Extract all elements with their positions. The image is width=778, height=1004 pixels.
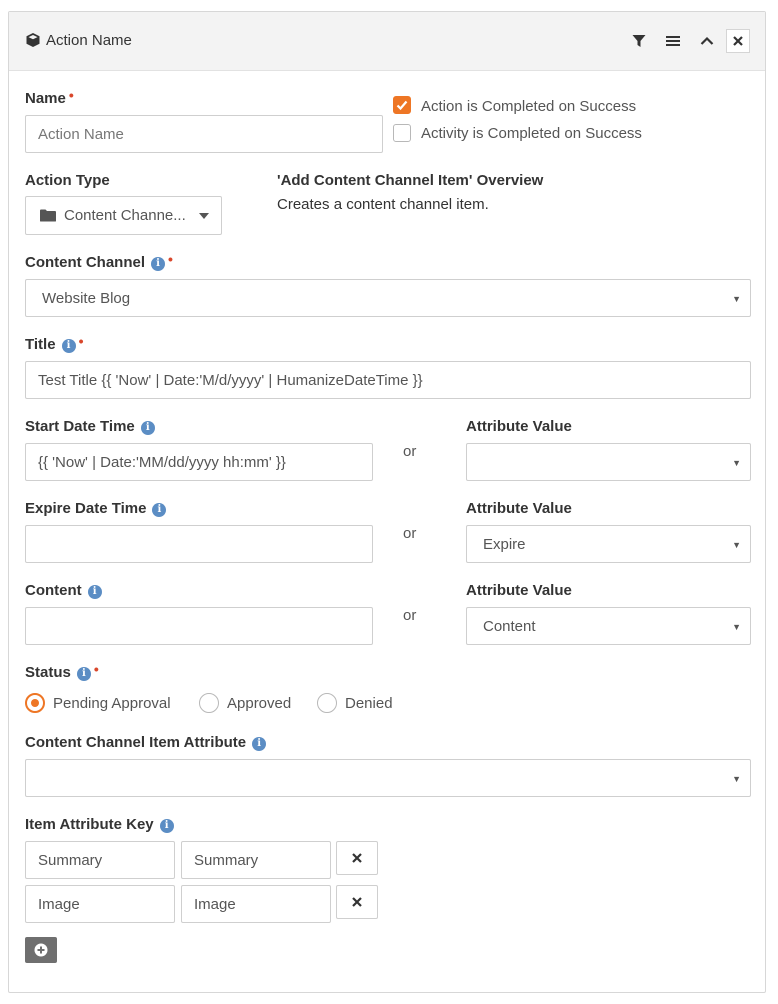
expire-date-label: Expire Date Time i — [25, 500, 167, 517]
or-text: or — [403, 443, 417, 460]
action-completed-label: Action is Completed on Success — [421, 98, 637, 115]
info-icon[interactable]: i — [152, 503, 167, 517]
folder-icon — [40, 209, 56, 222]
name-input[interactable] — [25, 115, 383, 153]
caret-down-icon: ▼ — [732, 540, 741, 550]
content-input[interactable] — [25, 607, 373, 645]
info-icon[interactable]: i — [140, 421, 155, 435]
action-type-value: Content Channe... — [64, 207, 186, 224]
panel-title: Action Name — [46, 32, 132, 49]
item-attribute-select[interactable]: ▼ — [25, 759, 751, 797]
info-icon[interactable]: i — [151, 257, 165, 271]
panel-header: Action Name — [9, 12, 765, 71]
cube-icon — [25, 32, 41, 48]
info-icon[interactable]: i — [61, 339, 76, 353]
item-attribute-key-label: Item Attribute Key i — [25, 816, 174, 833]
caret-down-icon: ▼ — [732, 622, 741, 632]
remove-row-button[interactable] — [336, 885, 378, 919]
expire-attr-select[interactable]: Expire ▼ — [466, 525, 751, 563]
start-date-label: Start Date Time i — [25, 418, 155, 435]
status-radio-approved[interactable] — [199, 693, 219, 713]
status-radio-denied[interactable] — [317, 693, 337, 713]
title-input[interactable] — [25, 361, 751, 399]
start-attr-select[interactable]: ▼ — [466, 443, 751, 481]
action-type-picker[interactable]: Content Channe... — [25, 196, 222, 235]
action-completed-checkbox[interactable] — [393, 96, 411, 114]
status-label: Status i • — [25, 661, 99, 681]
caret-down-icon: ▼ — [732, 458, 741, 468]
menu-button[interactable] — [661, 29, 685, 53]
required-indicator: • — [78, 333, 84, 349]
chevron-up-icon — [700, 36, 714, 45]
status-option-label: Denied — [345, 695, 393, 712]
status-radio-pending[interactable] — [25, 693, 45, 713]
start-date-input[interactable] — [25, 443, 373, 481]
activity-completed-label: Activity is Completed on Success — [421, 125, 642, 142]
item-attribute-label: Content Channel Item Attribute i — [25, 734, 267, 751]
plus-circle-icon — [34, 943, 48, 957]
caret-down-icon: ▼ — [732, 774, 741, 784]
check-icon — [396, 100, 408, 111]
overview-title: 'Add Content Channel Item' Overview — [277, 172, 544, 189]
action-type-label: Action Type — [25, 172, 110, 189]
close-icon — [352, 853, 362, 863]
expire-date-input[interactable] — [25, 525, 373, 563]
expire-attr-label: Attribute Value — [466, 500, 572, 517]
caret-down-icon — [199, 213, 209, 219]
status-option-label: Pending Approval — [53, 695, 171, 712]
attr-key-input[interactable] — [25, 885, 175, 923]
name-label: Name • — [25, 87, 74, 107]
status-option-label: Approved — [227, 695, 292, 712]
menu-icon — [666, 36, 680, 46]
content-channel-select[interactable]: Website Blog ▼ — [25, 279, 751, 317]
content-attr-select[interactable]: Content ▼ — [466, 607, 751, 645]
close-icon — [352, 897, 362, 907]
add-row-button[interactable] — [25, 937, 57, 963]
or-text: or — [403, 607, 417, 624]
info-icon[interactable]: i — [252, 737, 267, 751]
attr-value-input[interactable] — [181, 885, 331, 923]
caret-down-icon: ▼ — [732, 294, 741, 304]
required-indicator: • — [168, 251, 173, 267]
start-attr-label: Attribute Value — [466, 418, 572, 435]
overview-text: Creates a content channel item. — [277, 196, 489, 213]
filter-button[interactable] — [627, 29, 651, 53]
required-indicator: • — [68, 87, 74, 103]
info-icon[interactable]: i — [76, 667, 91, 681]
content-channel-label: Content Channel i • — [25, 251, 173, 271]
close-icon — [733, 36, 743, 46]
title-label: Title i • — [25, 333, 84, 353]
filter-icon — [632, 35, 646, 47]
activity-completed-checkbox[interactable] — [393, 124, 411, 142]
collapse-button[interactable] — [695, 29, 719, 53]
info-icon[interactable]: i — [159, 819, 174, 833]
required-indicator: • — [93, 661, 99, 677]
content-attr-label: Attribute Value — [466, 582, 572, 599]
info-icon[interactable]: i — [87, 585, 102, 599]
or-text: or — [403, 525, 417, 542]
attr-key-input[interactable] — [25, 841, 175, 879]
attr-value-input[interactable] — [181, 841, 331, 879]
close-button[interactable] — [726, 29, 750, 53]
remove-row-button[interactable] — [336, 841, 378, 875]
content-label: Content i — [25, 582, 102, 599]
